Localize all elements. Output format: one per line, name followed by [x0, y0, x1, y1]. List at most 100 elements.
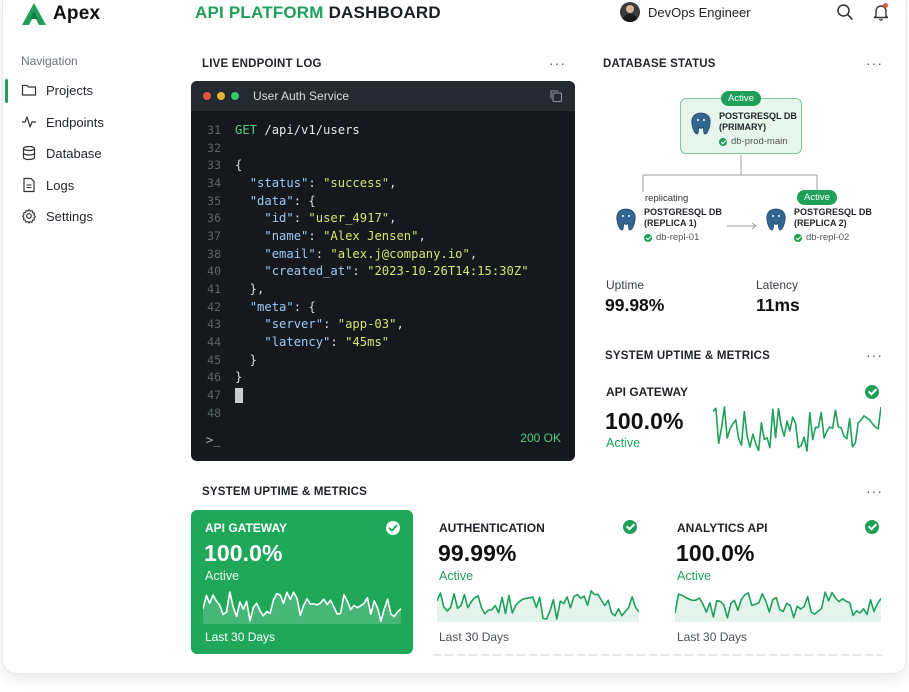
code-token: } [235, 370, 243, 385]
sidebar-item-settings[interactable]: Settings [21, 205, 171, 227]
window-maximize-dot[interactable] [231, 92, 239, 100]
endpoint-log-more-button[interactable]: ··· [549, 55, 566, 71]
user-menu[interactable]: DevOps Engineer [620, 2, 751, 22]
metric-card-label: AUTHENTICATION [439, 521, 545, 535]
check-icon [644, 233, 652, 242]
search-icon[interactable] [836, 3, 854, 21]
code-line: 36 "id": "user_4917", [191, 209, 575, 227]
sidebar-item-database[interactable]: Database [21, 142, 171, 164]
code-line: 34 "status": "success", [191, 174, 575, 192]
code-line: 47 [191, 386, 575, 404]
side-metrics-more-button[interactable]: ··· [866, 347, 883, 363]
side-metrics-title: SYSTEM UPTIME & METRICS [605, 350, 770, 362]
db-replica1-name-line2: (REPLICA 1) [644, 218, 697, 228]
code-lines[interactable]: 31 GET /api/v1/users 32 33 {34 "status": "su… [191, 121, 575, 422]
database-icon [22, 145, 36, 161]
window-close-dot[interactable] [203, 92, 211, 100]
db-replica2-name: POSTGRESQL DB (REPLICA 2) [794, 207, 872, 229]
code-token: "created_at" [264, 264, 353, 279]
line-number: 32 [207, 140, 221, 155]
db-primary-host: db-prod-main [731, 136, 788, 147]
brand-logo[interactable]: Apex [21, 2, 100, 26]
metric-card-label: ANALYTICS API [677, 521, 768, 535]
metric-card-status: Active [205, 569, 240, 583]
sidebar-item-projects[interactable]: Projects [21, 79, 171, 101]
metric-card-analytics-api[interactable]: ANALYTICS API 100.0% Active Last 30 Days [671, 510, 883, 654]
sidebar-item-endpoints[interactable]: Endpoints [21, 111, 171, 133]
code-token: "45ms" [345, 335, 390, 350]
endpoint-log-title: LIVE ENDPOINT LOG [202, 58, 322, 70]
database-more-button[interactable]: ··· [866, 55, 883, 71]
code-line: 46} [191, 369, 575, 387]
code-token: } [235, 352, 258, 367]
apex-logo-icon [22, 3, 46, 25]
line-number: 44 [207, 335, 221, 350]
code-token: { [235, 158, 243, 173]
sidebar-item-label: Projects [46, 82, 93, 98]
code-token: , [389, 211, 397, 226]
db-primary-name-line2: (PRIMARY) [719, 122, 767, 132]
metric-card-value: 100.0% [676, 540, 755, 566]
code-tab-label[interactable]: User Auth Service [253, 89, 349, 103]
code-token: "success" [323, 175, 390, 190]
line-number: 48 [207, 405, 221, 420]
code-token: , [389, 175, 397, 190]
code-token: , [418, 228, 426, 243]
bottom-metrics-more-button[interactable]: ··· [866, 483, 883, 499]
metric-card-label: API GATEWAY [205, 521, 288, 535]
pulse-icon [22, 116, 36, 128]
line-number: 47 [207, 388, 221, 403]
metric-card-range: Last 30 Days [205, 630, 276, 644]
postgres-elephant-icon [691, 112, 711, 135]
code-token: "email" [264, 246, 316, 261]
copy-icon[interactable] [549, 89, 563, 103]
code-line: 35 "data": { [191, 192, 575, 210]
code-token: , [469, 246, 478, 261]
check-icon [386, 521, 400, 535]
sidebar-item-logs[interactable]: Logs [21, 174, 171, 196]
metric-card-value: 99.99% [438, 540, 517, 566]
check-icon [623, 520, 637, 534]
avatar [620, 2, 640, 22]
code-token: , [396, 317, 404, 332]
code-token: "meta" [249, 299, 294, 314]
line-number: 34 [207, 175, 221, 190]
line-number: 31 [207, 122, 221, 137]
window-minimize-dot[interactable] [217, 92, 225, 100]
code-token: /api/v1/users [257, 122, 360, 137]
metric-card-api-gateway[interactable]: API GATEWAY 100.0% Active Last 30 Days [191, 510, 413, 654]
metric-card-sparkline [675, 591, 881, 622]
db-replica1-node[interactable]: POSTGRESQL DB (REPLICA 1) db-repl-01 [614, 207, 722, 243]
notifications-button[interactable] [872, 3, 890, 21]
sparkline-path [713, 406, 881, 452]
side-card-sparkline [713, 406, 881, 452]
metric-card-authentication[interactable]: AUTHENTICATION 99.99% Active Last 30 Day… [433, 510, 645, 654]
code-token: : [308, 228, 324, 243]
text-cursor [235, 387, 243, 403]
code-token: : { [293, 193, 316, 208]
metric-card-status: Active [439, 569, 474, 583]
code-token: "data" [249, 193, 294, 208]
metric-card-sparkline [437, 590, 639, 622]
db-replica1-name-line1: POSTGRESQL DB [644, 207, 722, 217]
code-token: "id" [264, 211, 294, 226]
db-replica2-name-line2: (REPLICA 2) [794, 218, 847, 228]
sidebar-item-label: Endpoints [46, 114, 104, 130]
db-replica1-name: POSTGRESQL DB (REPLICA 1) [644, 207, 722, 229]
db-replica2-node[interactable]: POSTGRESQL DB (REPLICA 2) db-repl-02 [764, 207, 872, 243]
sidebar-item-label: Logs [46, 177, 75, 193]
bottom-divider [433, 654, 883, 656]
line-number: 46 [207, 370, 221, 385]
line-number: 43 [207, 317, 221, 332]
terminal-prompt[interactable]: >_ [206, 433, 220, 447]
code-token: : [308, 175, 324, 190]
line-number: 45 [207, 352, 221, 367]
db-primary-node[interactable]: POSTGRESQL DB (PRIMARY) db-prod-main [680, 98, 802, 154]
line-number: 40 [207, 264, 221, 279]
side-card-label: API GATEWAY [606, 385, 689, 399]
code-line: 43 "server": "app-03", [191, 316, 575, 334]
code-token: "server" [264, 317, 324, 332]
